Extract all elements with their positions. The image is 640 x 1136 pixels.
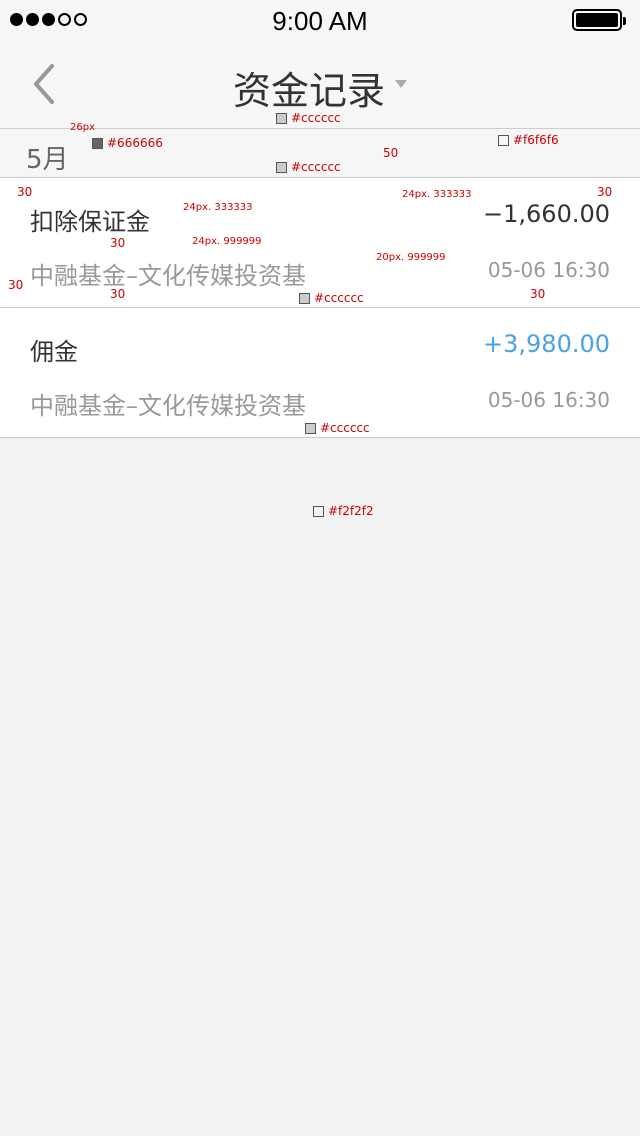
record-title: 佣金 (30, 338, 78, 366)
annotation: 30 (110, 236, 126, 250)
annotation: #666666 (92, 136, 163, 150)
battery-icon (572, 9, 626, 31)
annotation: #f6f6f6 (498, 133, 559, 147)
annotation: 30 (8, 278, 24, 292)
annotation: 24px. 333333 (402, 189, 472, 200)
record-datetime: 05-06 16:30 (487, 388, 610, 412)
record-list: 扣除保证金 −1,660.00 中融基金–文化传媒投资基 05-06 16:30… (0, 178, 640, 438)
annotation: 24px. 333333 (183, 202, 253, 213)
annotation: #cccccc (276, 111, 341, 125)
month-label: 5月 (26, 145, 69, 175)
page-title: 资金记录 (232, 69, 385, 113)
annotation: 50 (383, 146, 399, 160)
annotation: 24px. 999999 (192, 236, 262, 247)
annotation: 30 (530, 287, 546, 301)
record-datetime: 05-06 16:30 (487, 258, 610, 282)
record-row[interactable]: 佣金 +3,980.00 中融基金–文化传媒投资基 05-06 16:30 (0, 308, 640, 438)
annotation: 30 (110, 287, 126, 301)
annotation: #cccccc (305, 421, 370, 435)
annotation: 30 (17, 185, 33, 199)
record-subtitle: 中融基金–文化传媒投资基 (30, 262, 306, 290)
annotation: 30 (597, 185, 613, 199)
record-title: 扣除保证金 (30, 208, 150, 236)
caret-down-icon (395, 79, 407, 88)
status-bar: 9:00 AM (0, 0, 640, 40)
annotation: #cccccc (276, 160, 341, 174)
annotation: 26px (70, 122, 95, 133)
record-subtitle: 中融基金–文化传媒投资基 (30, 392, 306, 420)
annotation: #cccccc (299, 291, 364, 305)
annotation: #f2f2f2 (313, 504, 374, 518)
record-amount: +3,980.00 (483, 330, 610, 358)
record-amount: −1,660.00 (483, 200, 610, 228)
status-time: 9:00 AM (272, 6, 368, 36)
annotation: 20px. 999999 (376, 252, 446, 263)
page-title-dropdown[interactable]: 资金记录 (0, 60, 640, 115)
